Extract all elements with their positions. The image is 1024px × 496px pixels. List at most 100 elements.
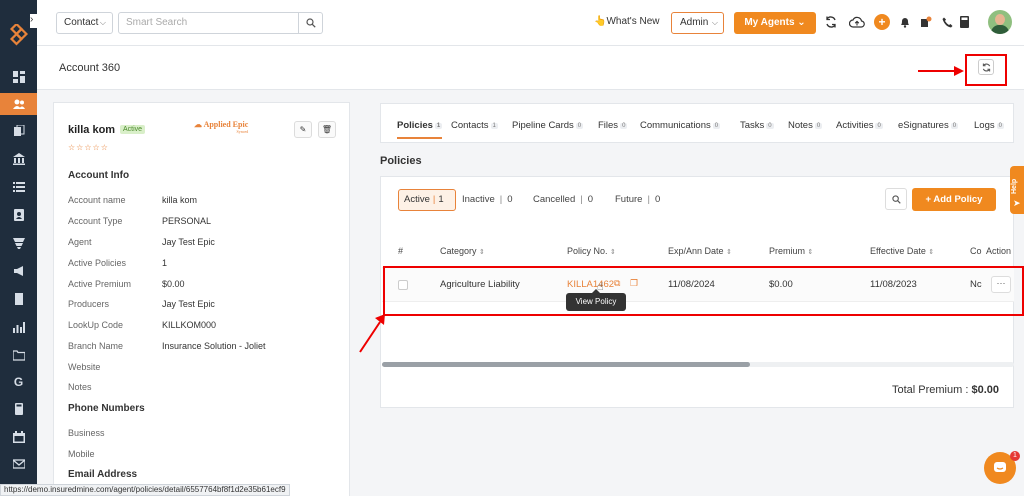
sidebar-list-icon[interactable] xyxy=(0,176,37,198)
sidebar-calculator-icon[interactable] xyxy=(0,398,37,420)
cloud-upload-icon[interactable] xyxy=(848,15,866,29)
help-tab[interactable]: Help ➤ xyxy=(1010,166,1024,214)
help-label: Help xyxy=(1011,178,1018,194)
field-label: Mobile xyxy=(68,449,95,459)
filter-active[interactable]: Active | 1 xyxy=(398,189,456,211)
policy-search-button[interactable] xyxy=(885,188,907,210)
role-select[interactable]: Admin ⌵ xyxy=(671,12,724,34)
sync-icon[interactable] xyxy=(824,15,838,29)
help-circle-icon: ➤ xyxy=(1013,198,1021,208)
sidebar-reports-icon[interactable] xyxy=(0,316,37,338)
column-label: Category xyxy=(440,246,477,256)
pencil-icon: ✎ xyxy=(299,125,307,134)
column-header-co[interactable]: Co xyxy=(970,246,982,256)
policies-section-title: Policies xyxy=(380,155,422,167)
app-logo-icon[interactable] xyxy=(8,24,30,46)
tab-label: Logs xyxy=(974,120,995,131)
add-policy-button[interactable]: + Add Policy xyxy=(912,188,996,211)
sidebar-folder-icon[interactable] xyxy=(0,344,37,366)
hand-pointer-icon: 👆 xyxy=(594,16,607,27)
my-agents-button[interactable]: My Agents ⌄ xyxy=(734,12,816,34)
tab-esignatures[interactable]: eSignatures 0 xyxy=(898,120,959,131)
sidebar-pipeline-icon[interactable] xyxy=(0,232,37,254)
sidebar-forms-icon[interactable] xyxy=(0,288,37,310)
sidebar-contacts-icon[interactable] xyxy=(0,204,37,226)
column-header-exp-date[interactable]: Exp/Ann Date ⇕ xyxy=(668,246,732,256)
edit-account-button[interactable]: ✎ xyxy=(294,121,312,138)
tab-communications[interactable]: Communications 0 xyxy=(640,120,721,131)
tab-contacts[interactable]: Contacts 1 xyxy=(451,120,498,131)
row-action-menu-button[interactable]: ··· xyxy=(991,276,1011,293)
rating-stars[interactable]: ☆☆☆☆☆ xyxy=(68,143,109,152)
tab-policies[interactable]: Policies 1 xyxy=(397,120,443,139)
filter-inactive[interactable]: Inactive | 0 xyxy=(462,194,513,205)
account-name: killa kom xyxy=(68,124,116,136)
smart-search-input[interactable]: Smart Search xyxy=(118,12,299,34)
top-bar: Contact ⌵ Smart Search 👆What's New Admin… xyxy=(37,0,1024,46)
calculator-icon[interactable] xyxy=(957,15,971,29)
sidebar-carriers-icon[interactable] xyxy=(0,148,37,170)
tab-logs[interactable]: Logs 0 xyxy=(974,120,1004,131)
copy-icon[interactable]: ❐ xyxy=(630,278,638,289)
field-label: Notes xyxy=(68,382,92,392)
column-header-category[interactable]: Category ⇕ xyxy=(440,246,485,256)
column-label: Premium xyxy=(769,246,806,256)
tab-activities[interactable]: Activities 0 xyxy=(836,120,883,131)
policies-card: Active | 1 Inactive | 0 Cancelled | 0 Future | 0… xyxy=(380,176,1014,408)
delete-account-button[interactable]: 🗑 xyxy=(318,121,336,138)
row-checkbox[interactable] xyxy=(398,280,408,290)
filter-future[interactable]: Future | 0 xyxy=(615,194,660,205)
sidebar-campaigns-icon[interactable] xyxy=(0,260,37,282)
filter-label: Active xyxy=(404,194,430,205)
role-label: Admin xyxy=(680,17,709,28)
refresh-button[interactable] xyxy=(978,59,994,75)
page-header: Account 360 xyxy=(37,46,1024,90)
user-avatar[interactable] xyxy=(988,10,1012,34)
chevron-right-icon: › xyxy=(30,14,34,25)
tab-tasks[interactable]: Tasks 0 xyxy=(740,120,774,131)
filter-count: 0 xyxy=(587,194,594,205)
tab-label: Communications xyxy=(640,120,711,131)
bell-icon[interactable] xyxy=(898,15,912,29)
view-policy-tooltip: View Policy xyxy=(566,289,626,311)
field-value: PERSONAL xyxy=(162,216,212,226)
quick-add-button[interactable]: + xyxy=(874,14,890,30)
search-button[interactable] xyxy=(299,12,323,34)
sidebar-accounts-icon[interactable] xyxy=(0,93,37,115)
field-label: Producers xyxy=(68,299,110,309)
tab-notes[interactable]: Notes 0 xyxy=(788,120,823,131)
sidebar: G xyxy=(0,0,37,496)
trash-icon: 🗑 xyxy=(321,125,333,134)
sidebar-calendar-icon[interactable] xyxy=(0,426,37,448)
external-link-icon[interactable]: ⧉ xyxy=(614,278,620,289)
tab-count: 0 xyxy=(620,123,628,129)
filter-cancelled[interactable]: Cancelled | 0 xyxy=(533,194,593,205)
horizontal-scrollbar[interactable] xyxy=(382,362,750,367)
policy-number-link[interactable]: KILLA1462 xyxy=(567,279,614,290)
tab-label: Contacts xyxy=(451,120,489,131)
column-label: Effective Date xyxy=(870,246,926,256)
total-premium-label: Total Premium : xyxy=(891,384,969,396)
column-header-effective-date[interactable]: Effective Date ⇕ xyxy=(870,246,934,256)
field-label: Website xyxy=(68,362,101,372)
field-value: 1 xyxy=(162,258,168,268)
field-value: Insurance Solution - Joliet xyxy=(162,341,266,351)
policy-category: Agriculture Liability xyxy=(440,279,520,290)
tab-pipeline-cards[interactable]: Pipeline Cards 0 xyxy=(512,120,584,131)
field-value: $0.00 xyxy=(162,279,185,289)
sidebar-google-icon[interactable]: G xyxy=(0,371,37,393)
sort-icon: ⇕ xyxy=(807,249,814,256)
sidebar-dashboard-icon[interactable] xyxy=(0,66,37,88)
whats-new-link[interactable]: 👆What's New xyxy=(594,16,660,27)
search-scope-select[interactable]: Contact ⌵ xyxy=(56,12,113,34)
tab-files[interactable]: Files 0 xyxy=(598,120,628,131)
phone-icon[interactable] xyxy=(940,15,954,29)
notifications-icon[interactable] xyxy=(919,15,933,29)
tab-count: 1 xyxy=(434,123,443,129)
sidebar-email-icon[interactable] xyxy=(0,453,37,475)
column-header-policy-no[interactable]: Policy No. ⇕ xyxy=(567,246,616,256)
column-header-premium[interactable]: Premium ⇕ xyxy=(769,246,813,256)
filter-count: 0 xyxy=(507,194,513,205)
sidebar-documents-icon[interactable] xyxy=(0,120,37,142)
tab-label: Pipeline Cards xyxy=(512,120,574,131)
